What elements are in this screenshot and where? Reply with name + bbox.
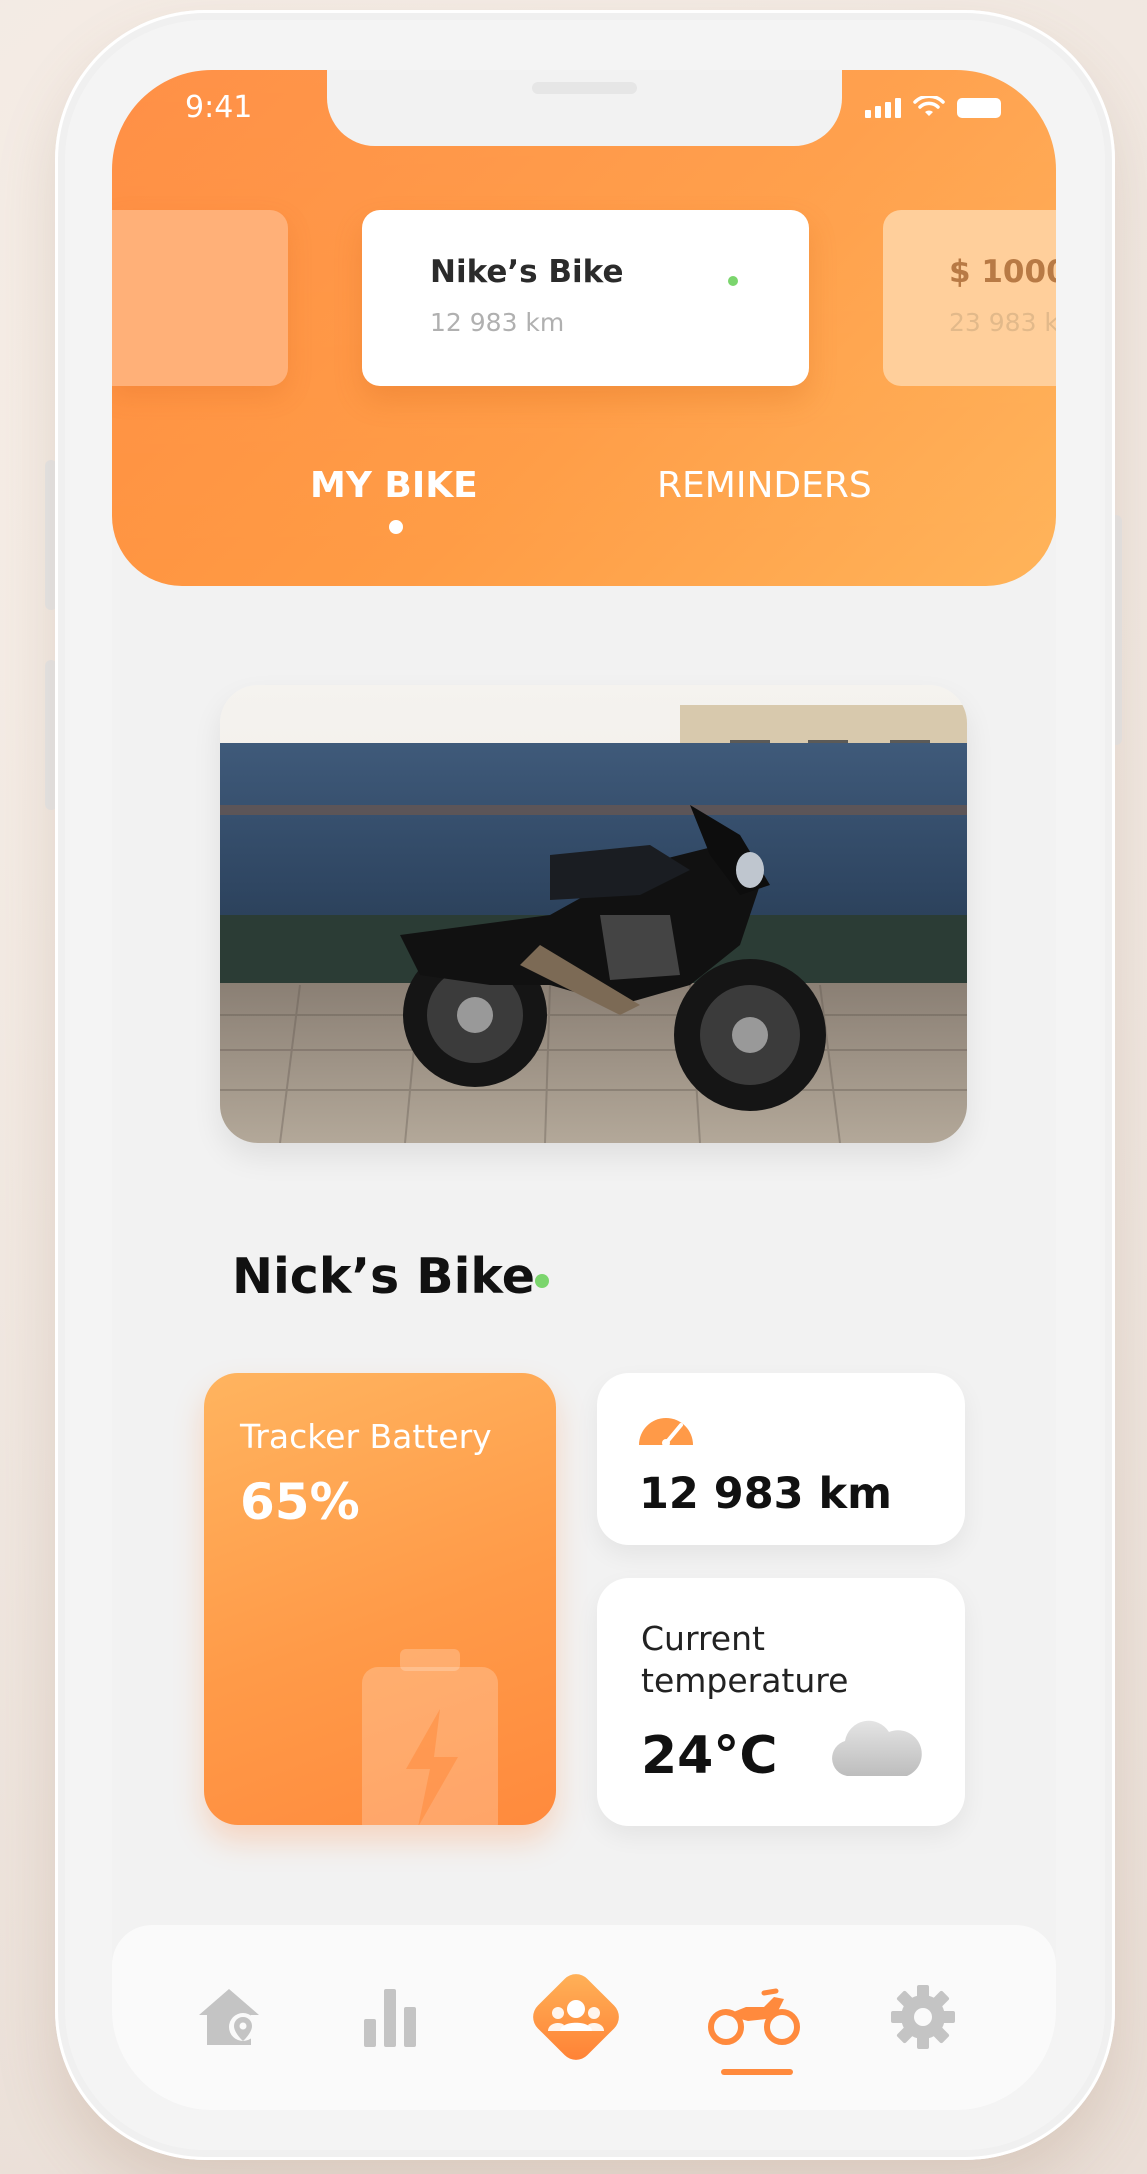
- notch: [327, 70, 842, 146]
- speaker-grille: [532, 82, 637, 94]
- bike-card-prev[interactable]: [112, 210, 288, 386]
- odometer-value: 12 983 km: [639, 1469, 892, 1519]
- tab-my-bike[interactable]: MY BIKE: [310, 465, 478, 506]
- speedometer-icon: [639, 1418, 693, 1447]
- stats-icon[interactable]: [360, 1985, 420, 2047]
- battery-status-icon: [957, 98, 1001, 118]
- tracker-battery-tile[interactable]: Tracker Battery 65%: [204, 1373, 556, 1825]
- cellular-signal-icon: [865, 98, 901, 118]
- status-icons: [865, 96, 1001, 118]
- bike-card-selected[interactable]: Nike’s Bike 12 983 km: [362, 210, 809, 386]
- battery-charging-icon: [362, 1649, 498, 1825]
- temperature-tile[interactable]: Current temperature 24°C: [597, 1578, 965, 1826]
- bike-photo: [220, 685, 967, 1143]
- wifi-icon: [913, 96, 945, 116]
- bike-card-name: Nike’s Bike: [430, 254, 624, 290]
- bike-card-km: 12 983 km: [430, 308, 565, 337]
- bike-card-next[interactable]: $ 1000 23 983 km: [883, 210, 1056, 386]
- status-time: 9:41: [185, 90, 253, 125]
- tracker-battery-label: Tracker Battery: [240, 1417, 492, 1456]
- active-nav-indicator: [721, 2069, 793, 2075]
- community-button[interactable]: [524, 1965, 628, 2069]
- active-tab-indicator: [389, 520, 403, 534]
- odometer-tile[interactable]: 12 983 km: [597, 1373, 965, 1545]
- bike-card-next-name: $ 1000: [949, 254, 1056, 290]
- online-status-dot: [535, 1274, 549, 1288]
- cloud-icon: [832, 1720, 922, 1776]
- online-dot: [728, 276, 738, 286]
- bottom-navigation: [112, 1925, 1056, 2110]
- tab-reminders[interactable]: REMINDERS: [657, 465, 872, 506]
- motorcycle-image: [220, 685, 967, 1143]
- temperature-value: 24°C: [641, 1726, 778, 1786]
- motorbike-icon[interactable]: [708, 1985, 800, 2047]
- header: 9:41 Nike’s Bike 12 983 km $ 1000 23 983…: [112, 70, 1056, 586]
- temperature-label: Current temperature: [641, 1619, 849, 1700]
- app-screen: 9:41 Nike’s Bike 12 983 km $ 1000 23 983…: [112, 70, 1056, 2110]
- home-location-icon[interactable]: [195, 1983, 265, 2049]
- tracker-battery-value: 65%: [240, 1473, 360, 1531]
- gear-icon[interactable]: [889, 1983, 957, 2051]
- bike-name-title: Nick’s Bike: [232, 1248, 535, 1305]
- bike-card-next-km: 23 983 km: [949, 308, 1056, 337]
